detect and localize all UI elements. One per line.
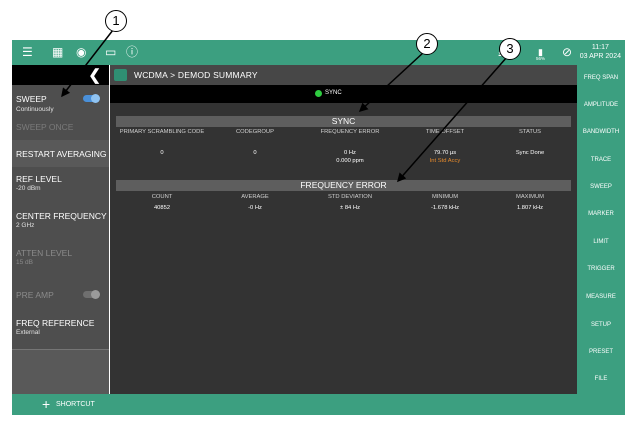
- callout-2-arrow: [358, 51, 425, 113]
- callout-3-arrow: [397, 56, 508, 183]
- callout-1: 1: [105, 10, 127, 32]
- callout-arrows: [61, 29, 508, 183]
- callout-3: 3: [499, 38, 521, 60]
- callout-2: 2: [416, 33, 438, 55]
- callout-1-arrow: [61, 29, 114, 98]
